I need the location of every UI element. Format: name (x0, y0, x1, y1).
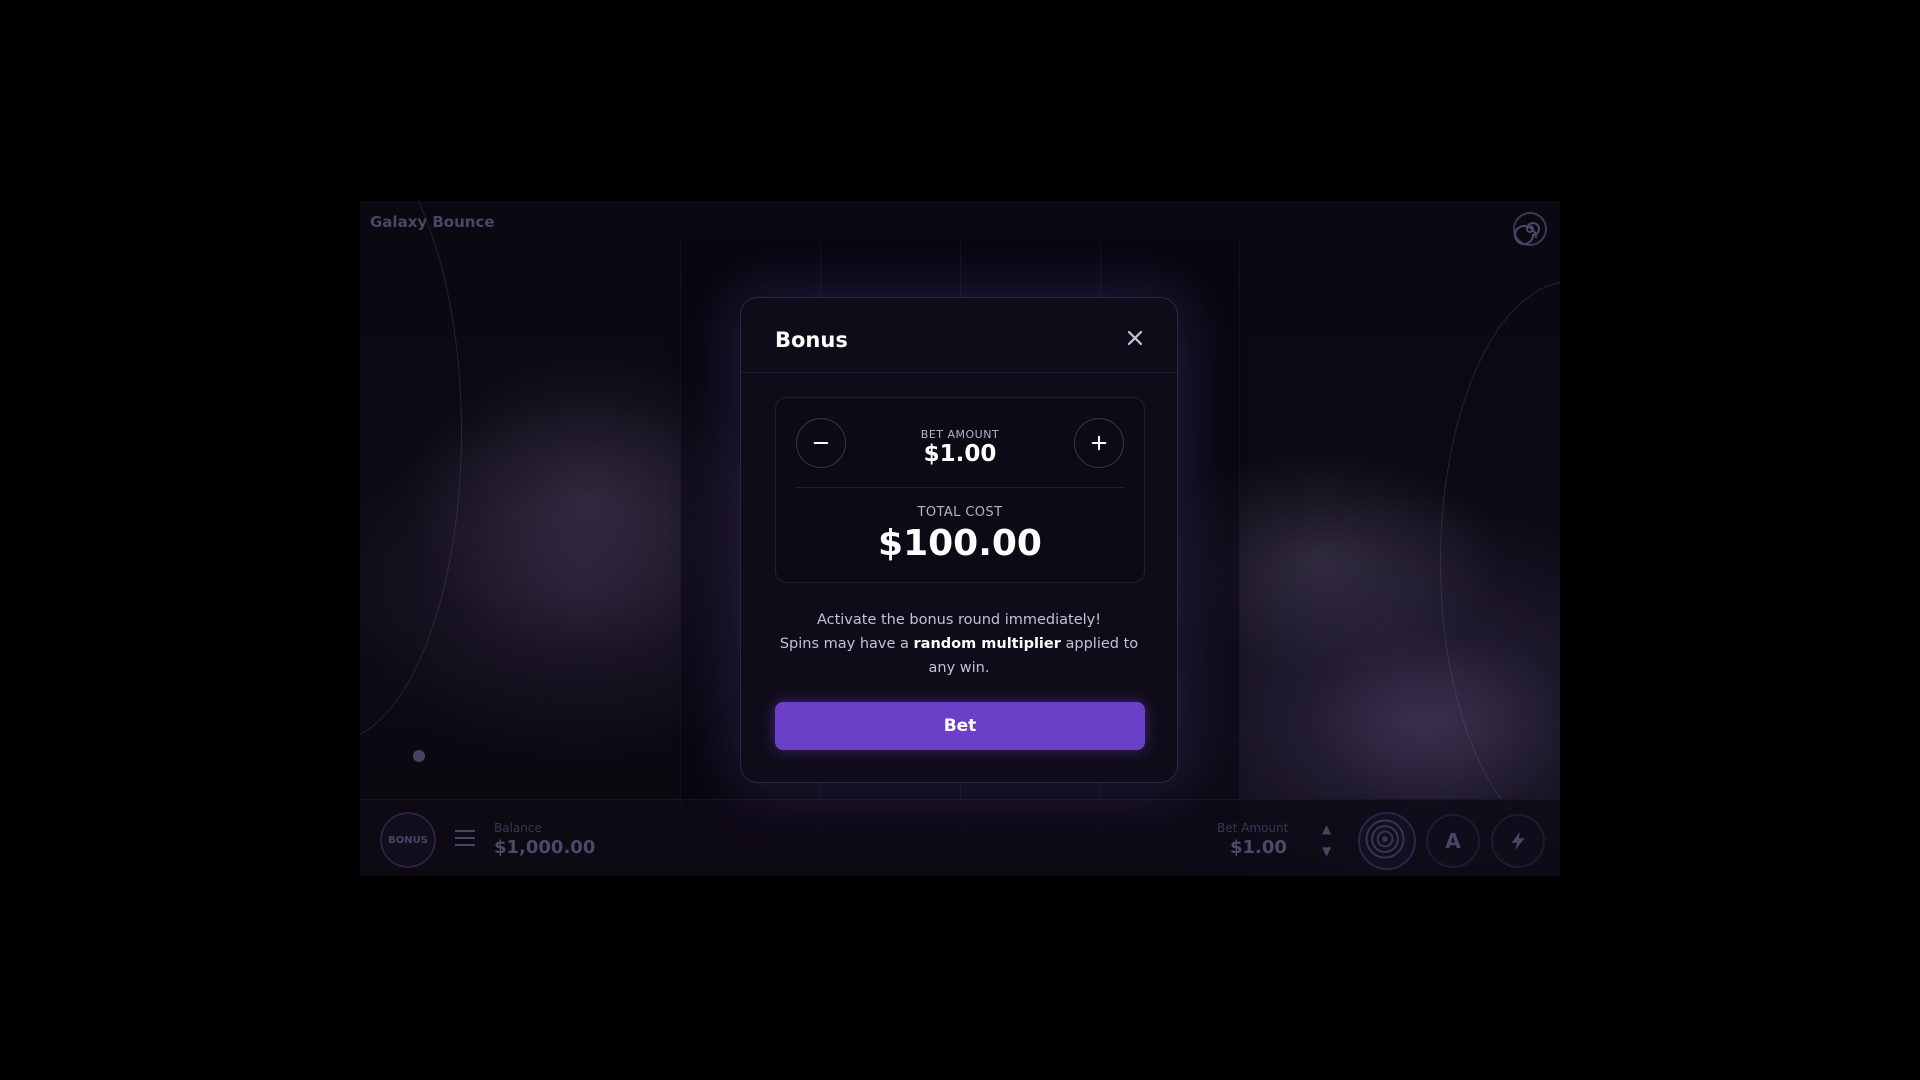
autoplay-button[interactable]: A (1426, 814, 1480, 868)
description-highlight: random multiplier (913, 636, 1061, 652)
orbit-line (1440, 281, 1560, 843)
bet-amount-label: Bet Amount (1217, 821, 1289, 835)
close-icon[interactable] (1125, 328, 1145, 348)
total-cost-label: TOTAL COST (917, 505, 1003, 520)
plus-icon (1091, 435, 1107, 451)
spin-button[interactable] (1358, 812, 1416, 870)
bet-button[interactable]: Bet (775, 702, 1145, 750)
arrow-up-icon[interactable]: ▲ (1322, 822, 1331, 836)
planet-dot (413, 750, 425, 762)
description-line1: Activate the bonus round immediately! (816, 612, 1102, 628)
balance-label: Balance (494, 821, 542, 835)
orbit-line (360, 201, 462, 743)
game-title: Galaxy Bounce (370, 213, 495, 231)
bet-card: BET AMOUNT $1.00 TOTAL COST $100.00 (775, 397, 1145, 583)
menu-icon[interactable] (455, 830, 475, 846)
balance-value: $1,000.00 (494, 837, 596, 858)
arrow-down-icon[interactable]: ▼ (1322, 844, 1331, 858)
board-divider (1239, 241, 1240, 841)
bonus-modal: Bonus BET AMOUNT $1.00 TOTAL COST $100.0… (740, 297, 1178, 783)
modal-header: Bonus (741, 298, 1177, 373)
spiral-icon (1513, 212, 1547, 246)
board-divider (680, 241, 681, 841)
modal-title: Bonus (775, 328, 848, 352)
spiral-icon (1365, 819, 1405, 859)
divider (796, 487, 1124, 488)
increase-bet-button[interactable] (1074, 418, 1124, 468)
bottom-bar: BONUS Balance $1,000.00 Bet Amount $1.00… (360, 799, 1560, 876)
bonus-buy-button[interactable]: BONUS (380, 812, 436, 868)
bet-amount-value: $1.00 (1230, 837, 1287, 858)
description-prefix: Spins may have a (779, 636, 914, 652)
bonus-description: Activate the bonus round immediately! Sp… (775, 608, 1143, 680)
lightning-icon (1511, 831, 1525, 851)
turbo-button[interactable] (1491, 814, 1545, 868)
total-cost-value: $100.00 (878, 523, 1042, 564)
